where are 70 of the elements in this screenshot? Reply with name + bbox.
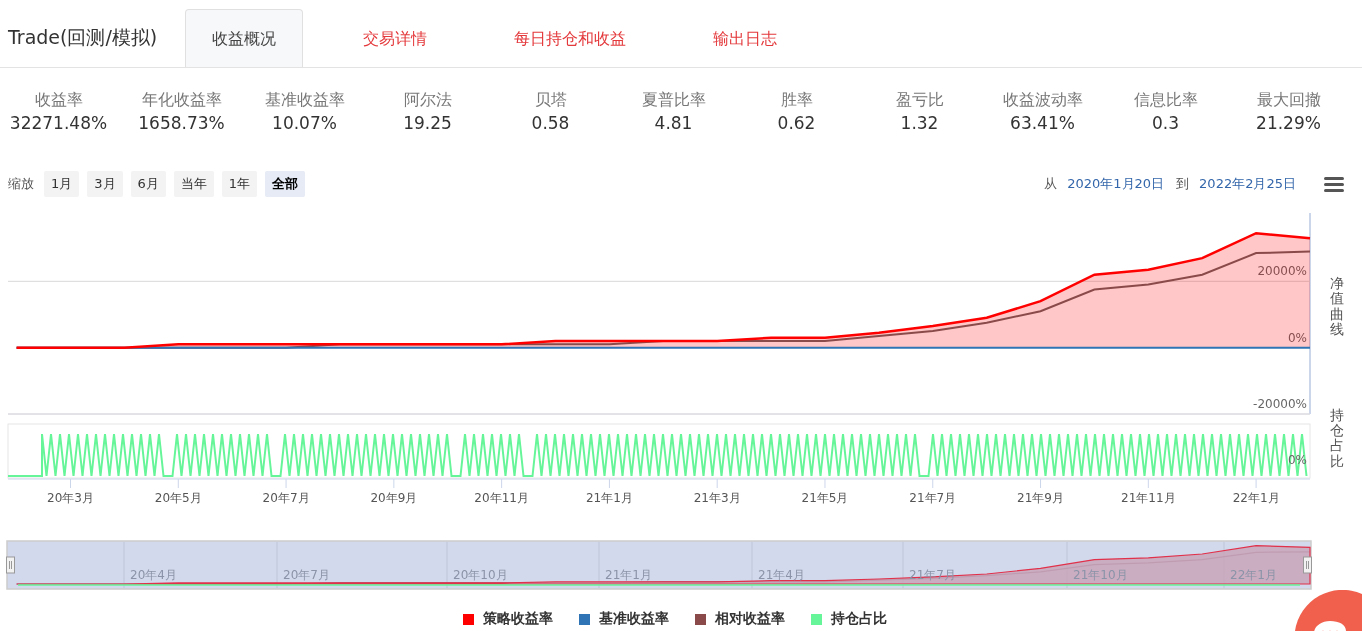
axis-label: 20年7月 (262, 491, 310, 505)
range-button[interactable]: 当年 (173, 171, 214, 197)
tab[interactable]: 收益概况 (185, 9, 304, 67)
date-field[interactable]: 2022年2月25日 (1199, 175, 1296, 193)
axis-label: 21年1月 (585, 491, 633, 505)
tab[interactable]: 每日持仓和收益 (487, 9, 654, 67)
stat-label: 年化收益率 (141, 89, 222, 111)
axis-label: 20000% (1257, 264, 1307, 279)
legend-item[interactable]: 基准收益率 (579, 610, 669, 628)
axis-label: -20000% (1253, 397, 1307, 411)
stat-label: 收益率 (34, 89, 83, 111)
navigator-label: 21年4月 (758, 568, 805, 582)
axis-label: 21年9月 (1017, 491, 1064, 505)
stat-value: 32271.48% (9, 112, 108, 135)
axis-label: 20年9月 (370, 491, 418, 505)
stat-value: 63.41% (1010, 112, 1075, 135)
resize-handle[interactable] (6, 556, 15, 574)
axis-label: 20年11月 (474, 491, 529, 505)
axis-title: 净值曲线 (1330, 276, 1344, 338)
stat-value: 1658.73% (138, 112, 225, 135)
stat-value: 0.58 (531, 112, 570, 135)
app-title: Trade(回测/模拟) (8, 25, 158, 50)
stat-value: 0.3 (1151, 112, 1179, 135)
axis-label: 21年5月 (801, 491, 849, 505)
range-button[interactable]: 1月 (44, 171, 80, 197)
range-button[interactable]: 1年 (221, 171, 258, 197)
axis-label: 21年7月 (909, 491, 957, 505)
stat-label: 胜率 (780, 89, 813, 111)
stat-value: 4.81 (654, 112, 693, 135)
axis-label: 0% (1287, 330, 1307, 345)
stat-value: 0.62 (777, 112, 816, 135)
navigator-label: 21年1月 (605, 568, 652, 582)
range-button[interactable]: 全部 (265, 171, 306, 197)
navigator-label: 22年1月 (1230, 568, 1277, 582)
from-label: 从 (1044, 175, 1058, 193)
range-button[interactable]: 3月 (87, 171, 123, 197)
navigator-label: 21年10月 (1073, 568, 1128, 582)
stat-value: 19.25 (403, 112, 452, 135)
navigator-label: 20年4月 (130, 568, 177, 582)
chat-button[interactable] (1295, 590, 1362, 631)
stat-label: 基准收益率 (264, 89, 345, 111)
stat-label: 盈亏比 (895, 89, 944, 111)
axis-label: 21年3月 (693, 491, 741, 505)
stat-label: 信息比率 (1133, 89, 1198, 111)
axis-label: 22年1月 (1232, 491, 1280, 505)
to-label: 到 (1176, 175, 1190, 193)
tab[interactable]: 输出日志 (686, 9, 805, 67)
axis-title: 持仓占比 (1330, 407, 1344, 470)
legend-item[interactable]: 持仓占比 (811, 610, 887, 628)
stat-label: 收益波动率 (1002, 89, 1083, 111)
date-field[interactable]: 2020年1月20日 (1067, 175, 1165, 193)
legend-item[interactable]: 策略收益率 (463, 610, 553, 628)
range-button[interactable]: 6月 (130, 171, 166, 197)
navigator-label: 20年10月 (453, 568, 508, 582)
stat-label: 阿尔法 (403, 89, 452, 111)
stat-value: 10.07% (272, 112, 337, 135)
legend-item[interactable]: 相对收益率 (695, 610, 785, 628)
navigator-label: 20年7月 (283, 568, 330, 582)
tab[interactable]: 交易详情 (336, 9, 455, 67)
menu-icon[interactable] (1324, 176, 1344, 192)
axis-label: 20年3月 (47, 491, 94, 505)
stat-label: 贝塔 (534, 89, 567, 111)
stat-label: 最大回撤 (1256, 89, 1321, 111)
zoom-label: 缩放 (8, 175, 34, 193)
stat-value: 1.32 (900, 112, 939, 135)
stat-label: 夏普比率 (641, 89, 706, 111)
resize-handle[interactable] (1303, 556, 1312, 574)
axis-label: 21年11月 (1121, 491, 1176, 505)
stat-value: 21.29% (1256, 112, 1321, 135)
axis-label: 20年5月 (154, 491, 202, 505)
